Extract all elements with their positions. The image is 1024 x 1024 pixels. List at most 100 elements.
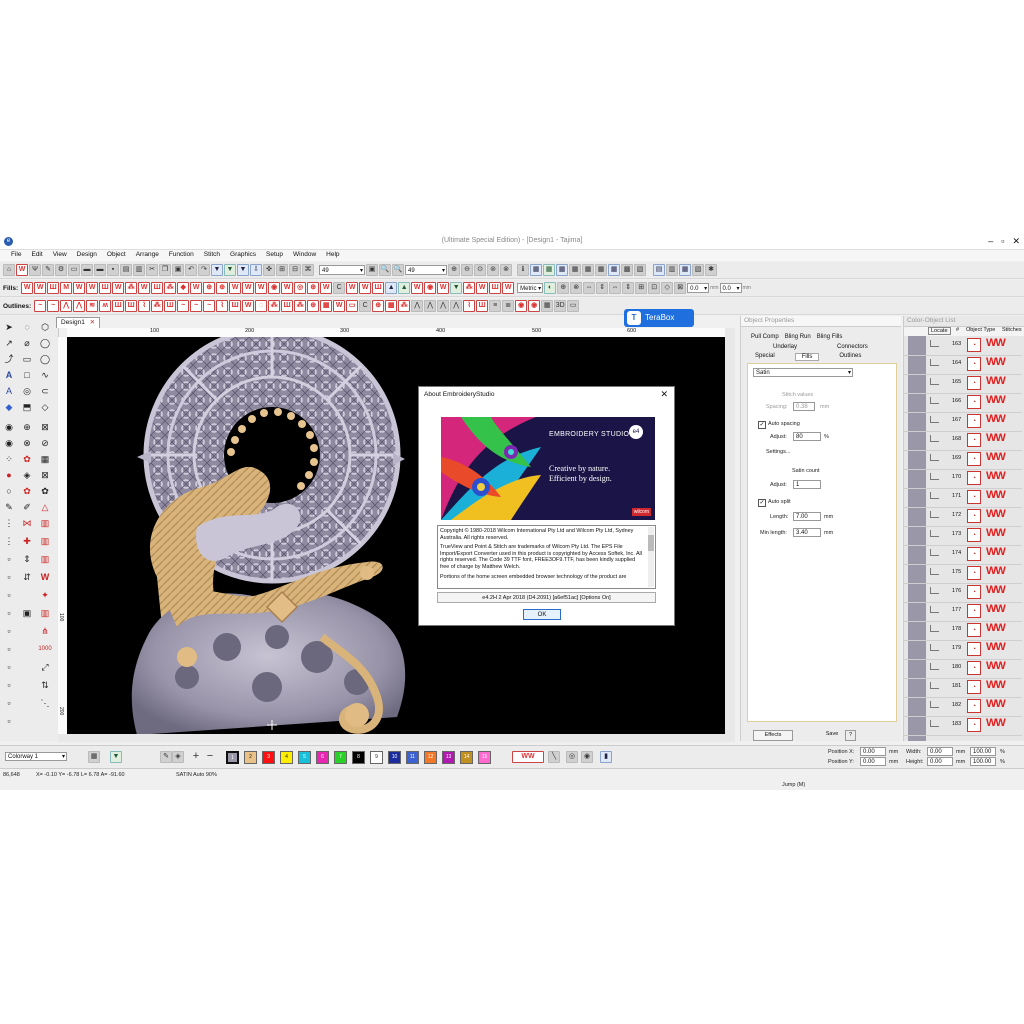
- export-icon[interactable]: ⇩: [250, 264, 262, 276]
- outline-pattern-icon[interactable]: Ш: [476, 300, 489, 312]
- stitch-icon[interactable]: ▥: [38, 552, 52, 566]
- layout-icon[interactable]: ▦: [679, 264, 691, 276]
- outline-pattern-icon[interactable]: ⌇: [216, 300, 229, 312]
- list-item[interactable]: 171 ◔ WW: [904, 488, 1022, 508]
- outline-pattern-icon[interactable]: Ш: [281, 300, 294, 312]
- list-item[interactable]: 167 ◔ WW: [904, 412, 1022, 432]
- fill-option-icon[interactable]: ◐: [544, 282, 557, 294]
- show-icon[interactable]: ▦: [543, 264, 555, 276]
- list-item[interactable]: 177 ◔ WW: [904, 602, 1022, 622]
- list-item[interactable]: 176 ◔ WW: [904, 583, 1022, 603]
- mirror-icon[interactable]: ⇕: [596, 282, 609, 294]
- fill-pattern-icon[interactable]: W: [320, 282, 333, 294]
- stitch-icon[interactable]: ✿: [20, 484, 34, 498]
- curve-icon[interactable]: ∿: [38, 368, 52, 382]
- home-icon[interactable]: ⌂: [3, 264, 15, 276]
- backdrop-icon[interactable]: ⊠: [38, 420, 52, 434]
- satin-adjust-field[interactable]: 1: [793, 480, 821, 489]
- color-swatch[interactable]: 3: [262, 751, 275, 764]
- fill-pattern-icon[interactable]: M: [60, 282, 73, 294]
- thread-icon[interactable]: ▮: [600, 751, 612, 763]
- fill-pattern-icon[interactable]: ◉: [268, 282, 281, 294]
- outline-pattern-icon[interactable]: ⌇: [463, 300, 476, 312]
- auto-spacing-checkbox[interactable]: ✓: [758, 421, 766, 429]
- list-item[interactable]: 168 ◔ WW: [904, 431, 1022, 451]
- pan-icon[interactable]: ⊗: [500, 264, 512, 276]
- layout-icon[interactable]: ▧: [692, 264, 704, 276]
- minimize-button[interactable]: –: [988, 236, 993, 247]
- menu-arrange[interactable]: Arrange: [131, 250, 164, 261]
- outline-pattern-icon[interactable]: ⋀: [450, 300, 463, 312]
- stitch-type-icon[interactable]: WW: [512, 751, 544, 763]
- fill-pattern-icon[interactable]: ▼: [450, 282, 463, 294]
- open-folder-icon[interactable]: ▬: [94, 264, 106, 276]
- color-film-icon[interactable]: ▼: [224, 264, 236, 276]
- node-icon[interactable]: ▫: [2, 606, 16, 620]
- outline-pattern-icon[interactable]: ⌇: [138, 300, 151, 312]
- settings-icon[interactable]: ✱: [705, 264, 717, 276]
- fill-pattern-icon[interactable]: Ш: [489, 282, 502, 294]
- stitch-icon[interactable]: ⋔: [38, 624, 52, 638]
- scale-width-field[interactable]: 100.00: [970, 747, 996, 756]
- outline-pattern-icon[interactable]: Ш: [125, 300, 138, 312]
- color-swatch[interactable]: 1: [226, 751, 239, 764]
- fill-pattern-icon[interactable]: W: [86, 282, 99, 294]
- colorway-select[interactable]: Colorway 1: [5, 752, 67, 762]
- list-item[interactable]: 178 ◔ WW: [904, 621, 1022, 641]
- fill-pattern-icon[interactable]: W: [190, 282, 203, 294]
- fill-pattern-icon[interactable]: ▲: [385, 282, 398, 294]
- redo-icon[interactable]: ↷: [198, 264, 210, 276]
- outline-pattern-icon[interactable]: ⋀: [411, 300, 424, 312]
- color-swatch[interactable]: 15: [478, 751, 491, 764]
- fill-pattern-icon[interactable]: ◎: [294, 282, 307, 294]
- menu-graphics[interactable]: Graphics: [225, 250, 261, 261]
- zoom-in-icon[interactable]: ⊕: [448, 264, 460, 276]
- save-button[interactable]: Save: [823, 730, 841, 739]
- outline-pattern-icon[interactable]: ~: [203, 300, 216, 312]
- add-color-icon[interactable]: +: [190, 751, 202, 763]
- node-icon[interactable]: ▫: [2, 660, 16, 674]
- terabox-badge[interactable]: T TeraBox: [624, 309, 694, 327]
- fill-icon[interactable]: ◇: [38, 400, 52, 414]
- monogram-icon[interactable]: A: [2, 384, 16, 398]
- print-preview-icon[interactable]: ▥: [133, 264, 145, 276]
- color-swatch[interactable]: 10: [388, 751, 401, 764]
- tshirt-icon[interactable]: ▼: [110, 751, 122, 763]
- auto-split-checkbox[interactable]: ✓: [758, 499, 766, 507]
- zoom-fit-icon[interactable]: ⊚: [487, 264, 499, 276]
- fill-pattern-icon[interactable]: W: [34, 282, 47, 294]
- align-icon[interactable]: ◇: [661, 282, 674, 294]
- image-icon[interactable]: ▧: [634, 264, 646, 276]
- trueview-icon[interactable]: ▩: [621, 264, 633, 276]
- outline-pattern-icon[interactable]: ≣: [502, 300, 515, 312]
- ok-button[interactable]: OK: [523, 609, 561, 620]
- dots-icon[interactable]: ⁘: [2, 452, 16, 466]
- outline-pattern-icon[interactable]: ~: [47, 300, 60, 312]
- maximize-button[interactable]: ▫: [1001, 236, 1004, 247]
- fill-option-icon[interactable]: ⊕: [557, 282, 570, 294]
- split-icon[interactable]: ⊘: [38, 436, 52, 450]
- node-icon[interactable]: ▫: [2, 714, 16, 728]
- tool-icon[interactable]: ✎: [42, 264, 54, 276]
- show-icon[interactable]: ▦: [530, 264, 542, 276]
- node-icon[interactable]: ▫: [2, 678, 16, 692]
- record-icon[interactable]: ●: [2, 468, 16, 482]
- grid-icon[interactable]: ⊞: [276, 264, 288, 276]
- outline-pattern-icon[interactable]: ⋀: [424, 300, 437, 312]
- close-dialog-icon[interactable]: ✕: [660, 387, 668, 402]
- print-icon[interactable]: ▤: [120, 264, 132, 276]
- color-swatch[interactable]: 6: [316, 751, 329, 764]
- save-icon[interactable]: ▪: [107, 264, 119, 276]
- reshape-icon[interactable]: ↗: [2, 336, 16, 350]
- menu-window[interactable]: Window: [288, 250, 321, 261]
- ring-icon[interactable]: ◎: [566, 751, 578, 763]
- fill-value-field[interactable]: 0.0: [687, 283, 710, 294]
- node-icon[interactable]: ▫: [2, 552, 16, 566]
- outline-pattern-icon[interactable]: ~: [177, 300, 190, 312]
- outline-pattern-icon[interactable]: ʍ: [99, 300, 112, 312]
- circle-icon[interactable]: ◉: [2, 436, 16, 450]
- tool-icon[interactable]: ⚙: [55, 264, 67, 276]
- list-item[interactable]: 182 ◔ WW: [904, 697, 1022, 717]
- fill-pattern-icon[interactable]: ⊕: [307, 282, 320, 294]
- arrows-icon[interactable]: ⤢: [38, 660, 52, 674]
